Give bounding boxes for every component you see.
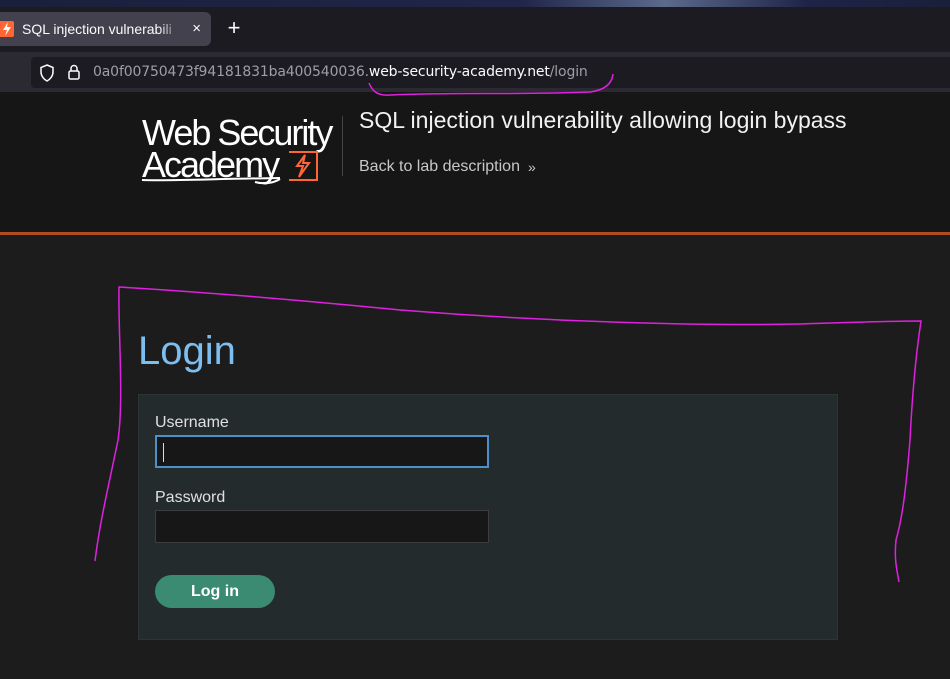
header-divider <box>342 116 343 176</box>
desktop-background-strip <box>0 0 950 7</box>
url-path: /login <box>549 64 588 80</box>
double-chevron-right-icon: » <box>527 159 536 175</box>
username-label: Username <box>155 414 229 431</box>
logo-underline-swoosh <box>141 177 281 185</box>
password-field[interactable] <box>155 510 489 543</box>
lab-title: SQL injection vulnerability allowing log… <box>359 107 847 133</box>
login-form: Username Password Log in <box>138 394 838 640</box>
text-caret <box>163 443 164 462</box>
logo-bolt-icon <box>289 151 318 181</box>
password-label: Password <box>155 489 226 506</box>
page-title: Login <box>138 329 236 373</box>
url-text[interactable]: 0a0f00750473f94181831ba400540036.web-sec… <box>93 64 588 80</box>
tab-title: SQL injection vulnerabili <box>22 21 172 37</box>
browser-tab-bar: SQL injection vulnerabili × + <box>0 7 950 52</box>
back-link-label: Back to lab description <box>359 158 520 175</box>
close-tab-icon[interactable]: × <box>192 20 201 38</box>
new-tab-button[interactable]: + <box>224 17 244 39</box>
page-content: Web Security Academy SQL injection vulne… <box>0 92 950 679</box>
username-field[interactable] <box>155 435 489 468</box>
browser-navigation-bar: 0a0f00750473f94181831ba400540036.web-sec… <box>0 52 950 92</box>
url-subdomain: 0a0f00750473f94181831ba400540036. <box>93 64 369 80</box>
lab-header: Web Security Academy SQL injection vulne… <box>0 92 950 235</box>
back-to-lab-description-link[interactable]: Back to lab description » <box>359 158 536 176</box>
web-security-academy-logo[interactable]: Web Security Academy <box>140 112 340 187</box>
login-button[interactable]: Log in <box>155 575 275 608</box>
address-bar[interactable]: 0a0f00750473f94181831ba400540036.web-sec… <box>31 57 950 88</box>
browser-tab-active[interactable]: SQL injection vulnerabili × <box>0 12 211 46</box>
tracking-protection-shield-icon[interactable] <box>39 64 55 87</box>
lock-icon[interactable] <box>67 63 81 86</box>
portswigger-bolt-icon <box>0 21 14 37</box>
url-domain: web-security-academy.net <box>368 64 550 80</box>
